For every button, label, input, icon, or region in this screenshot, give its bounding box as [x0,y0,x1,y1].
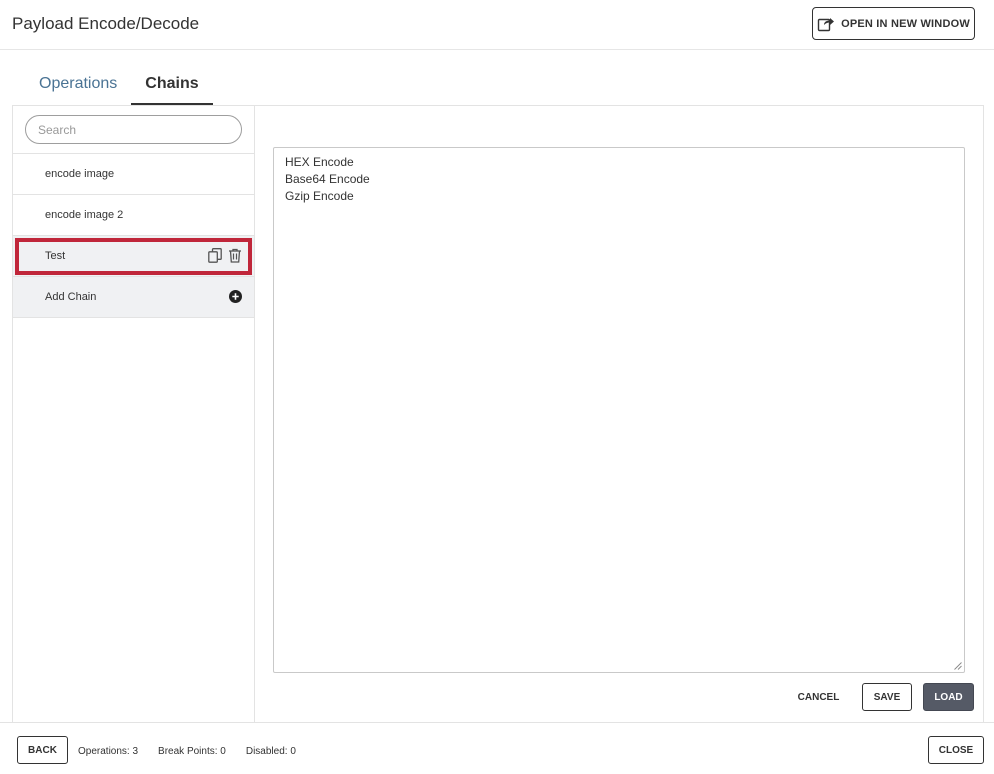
chain-stats: Operations: 3 Break Points: 0 Disabled: … [78,746,296,757]
chain-item-label: encode image 2 [45,209,124,221]
close-button[interactable]: CLOSE [928,736,984,764]
operations-count: Operations: 3 [78,746,139,757]
add-chain-label: Add Chain [45,291,97,303]
operation-item: Gzip Encode [285,189,354,203]
chain-item-label: encode image [45,168,115,180]
open-in-new-window-button[interactable]: OPEN IN NEW WINDOW [812,7,975,40]
chain-sidebar: encode image encode image 2 Test Add [13,106,255,722]
operation-list: HEX Encode Base64 Encode Gzip Encode [285,154,370,205]
break-points-count: Break Points: 0 [158,746,226,757]
chain-item-encode-image-2[interactable]: encode image 2 [13,195,254,236]
dialog-footer: BACK Operations: 3 Break Points: 0 Disab… [0,722,994,774]
copy-icon[interactable] [208,248,222,263]
plus-circle-icon [229,290,242,303]
chain-item-actions [208,248,242,263]
external-window-icon [817,17,835,31]
operation-item: Base64 Encode [285,172,370,186]
operation-item: HEX Encode [285,155,354,169]
search-input[interactable] [25,115,242,144]
chain-item-encode-image[interactable]: encode image [13,154,254,195]
dialog-header: Payload Encode/Decode OPEN IN NEW WINDOW [0,0,994,50]
search-container [13,106,254,154]
page-title: Payload Encode/Decode [12,14,200,33]
chain-item-label: Test [45,250,66,262]
chain-editor: HEX Encode Base64 Encode Gzip Encode CAN… [256,106,984,722]
chain-item-test[interactable]: Test [13,236,254,277]
tab-bar: Operations Chains [25,64,213,105]
disabled-count: Disabled: 0 [245,746,296,757]
tab-operations[interactable]: Operations [25,64,131,105]
tab-chains[interactable]: Chains [131,64,213,105]
save-button[interactable]: SAVE [862,683,912,711]
open-in-new-window-label: OPEN IN NEW WINDOW [841,17,970,30]
trash-icon[interactable] [228,248,242,263]
load-button[interactable]: LOAD [923,683,974,711]
add-chain-button[interactable]: Add Chain [13,277,254,318]
back-button[interactable]: BACK [17,736,68,764]
resize-handle-icon[interactable] [954,662,962,670]
cancel-button[interactable]: CANCEL [781,683,856,711]
chains-panel: encode image encode image 2 Test Add [12,105,984,722]
chain-operations-textarea[interactable]: HEX Encode Base64 Encode Gzip Encode [273,147,965,673]
